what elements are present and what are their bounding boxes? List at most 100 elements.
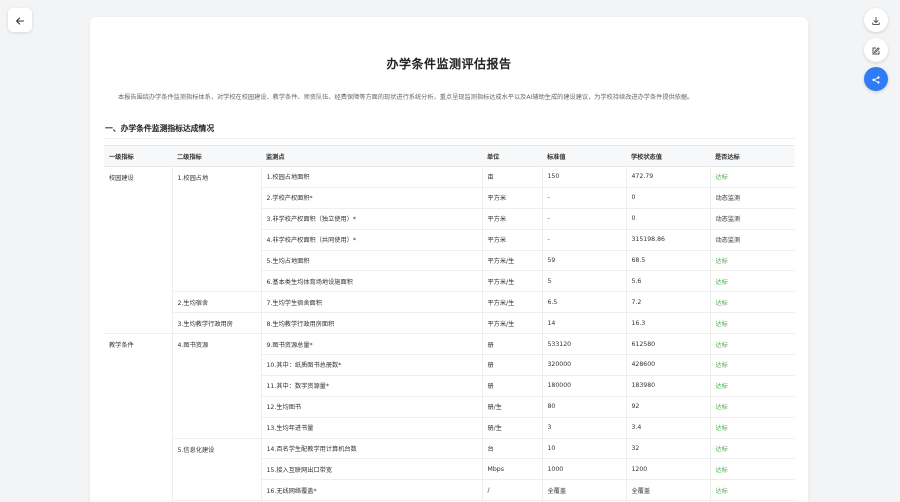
standard-cell: 6.5 [541, 291, 626, 314]
status-cell: 达标 [709, 458, 795, 481]
standard-cell: - [541, 187, 626, 209]
standard-cell: 150 [541, 166, 626, 188]
standard-cell: 10 [541, 438, 626, 460]
status-cell: 达标 [709, 333, 795, 356]
status-cell: 达标 [709, 354, 795, 376]
standard-cell: 533120 [541, 333, 626, 356]
level2-cell: 4.图书资源 [171, 333, 261, 439]
section-title: 一、办学条件监测指标达成情况 [105, 124, 215, 133]
table-header-row: 一级指标 二级指标 监测点 单位 标准值 学校状态值 是否达标 [104, 145, 795, 167]
level1-cell: 教学条件 [104, 333, 172, 502]
value-cell: 3.4 [625, 417, 710, 439]
standard-cell: 3 [541, 417, 626, 439]
point-cell: 12.生均图书 [260, 396, 482, 418]
share-button[interactable] [864, 67, 888, 91]
point-cell: 14.百名学生配教学用计算机台数 [260, 438, 482, 460]
value-cell: 612580 [625, 333, 710, 356]
unit-cell: 平方米 [481, 187, 542, 209]
report-intro: 本报告围绕办学条件监测指标体系，对学校在校园建设、教学条件、师资队伍、经费保障等… [118, 94, 694, 101]
table-row: 2.生均宿舍 7.生均学生宿舍面积 平方米/生 6.5 7.2 达标 [104, 291, 795, 314]
point-cell: 15.接入互联网出口带宽 [260, 458, 482, 481]
value-cell: 0 [625, 208, 710, 230]
share-icon [871, 70, 881, 89]
table-row: 校园建设 1.校园占地 1.校园占地面积亩 150 472.79 达标 [104, 166, 795, 335]
col-header: 一级指标 [104, 145, 172, 167]
status-cell: 达标 [709, 291, 795, 314]
level2-cell: 3.生均教学行政用房 [171, 312, 261, 335]
report-title: 办学条件监测评估报告 [386, 57, 512, 71]
col-header: 学校状态值 [626, 145, 710, 167]
edit-button[interactable] [864, 38, 888, 62]
col-header: 标准值 [542, 145, 626, 167]
status-cell: 达标 [709, 417, 795, 439]
status-cell: 达标 [709, 396, 795, 418]
level1-cell: 校园建设 [104, 166, 172, 335]
point-cell: 8.生均教学行政用房面积 [260, 312, 482, 335]
status-cell: 达标 [709, 375, 795, 397]
unit-cell: 平方米/生 [481, 250, 542, 272]
table-row: 5.信息化建设 14.百名学生配教学用计算机台数台 10 32 达标 [104, 438, 795, 502]
status-cell: 动态监测 [709, 208, 795, 230]
unit-cell: 平方米/生 [481, 291, 542, 314]
status-cell: 达标 [709, 250, 795, 272]
point-cell: 6.基本类生均体育场地设施面积 [260, 270, 482, 293]
status-cell: 动态监测 [709, 187, 795, 209]
level2-cell: 5.信息化建设 [171, 438, 261, 502]
standard-cell: 59 [541, 250, 626, 272]
download-icon [871, 11, 881, 30]
value-cell: 5.6 [625, 270, 710, 293]
report-card: 办学条件监测评估报告 本报告围绕办学条件监测指标体系，对学校在校园建设、教学条件… [90, 17, 808, 502]
col-header: 二级指标 [172, 145, 261, 167]
standard-cell: 全覆盖 [541, 479, 626, 502]
point-cell: 16.无线网络覆盖* [260, 479, 482, 502]
value-cell: 472.79 [625, 166, 710, 188]
table-body: 校园建设 1.校园占地 1.校园占地面积亩 150 472.79 达标 2.学校产权面积* 平… [104, 166, 795, 502]
value-cell: 32 [625, 438, 710, 460]
value-cell: 16.3 [625, 312, 710, 335]
unit-cell: 平方米 [481, 208, 542, 230]
status-cell: 达标 [709, 270, 795, 293]
point-cell: 13.生均年进书量 [260, 417, 482, 439]
unit-cell: 册 [481, 375, 542, 397]
unit-cell: 亩 [481, 166, 542, 188]
col-header: 监测点 [261, 145, 482, 167]
unit-cell: 平方米/生 [481, 312, 542, 335]
value-cell: 7.2 [625, 291, 710, 314]
point-cell: 1.校园占地面积 [260, 166, 482, 188]
standard-cell: 80 [541, 396, 626, 418]
value-cell: 全覆盖 [625, 479, 710, 502]
point-cell: 7.生均学生宿舍面积 [260, 291, 482, 314]
unit-cell: 册/生 [481, 396, 542, 418]
section-divider [105, 138, 795, 139]
status-cell: 达标 [709, 438, 795, 460]
unit-cell: / [481, 479, 542, 502]
standard-cell: 180000 [541, 375, 626, 397]
unit-cell: 平方米/生 [481, 270, 542, 293]
table-row: 3.生均教学行政用房 8.生均教学行政用房面积 平方米/生 14 16.3 达标 [104, 312, 795, 335]
download-button[interactable] [864, 8, 888, 32]
unit-cell: 册 [481, 354, 542, 376]
point-cell: 3.非学校产权面积（独立使用）* [260, 208, 482, 230]
table-row: 教学条件 4.图书资源 9.图书资源总量* 册 533120 612580 达标 [104, 333, 795, 502]
standard-cell: - [541, 208, 626, 230]
point-cell: 4.非学校产权面积（共同使用）* [260, 229, 482, 251]
unit-cell: 册 [481, 333, 542, 356]
status-cell: 达标 [709, 312, 795, 335]
level2-cell: 2.生均宿舍 [171, 291, 261, 314]
col-header: 是否达标 [710, 145, 795, 167]
back-button[interactable] [8, 8, 32, 32]
level2-cell: 1.校园占地 [171, 166, 261, 293]
point-cell: 11.其中：数字资源量* [260, 375, 482, 397]
point-cell: 2.学校产权面积* [260, 187, 482, 209]
unit-cell: Mbps [481, 458, 542, 481]
unit-cell: 台 [481, 438, 542, 460]
value-cell: 1200 [625, 458, 710, 481]
value-cell: 92 [625, 396, 710, 418]
point-cell: 5.生均占地面积 [260, 250, 482, 272]
value-cell: 183980 [625, 375, 710, 397]
value-cell: 0 [625, 187, 710, 209]
standard-cell: 5 [541, 270, 626, 293]
col-header: 单位 [482, 145, 542, 167]
point-cell: 9.图书资源总量* [260, 333, 482, 356]
arrow-left-icon [15, 11, 25, 30]
